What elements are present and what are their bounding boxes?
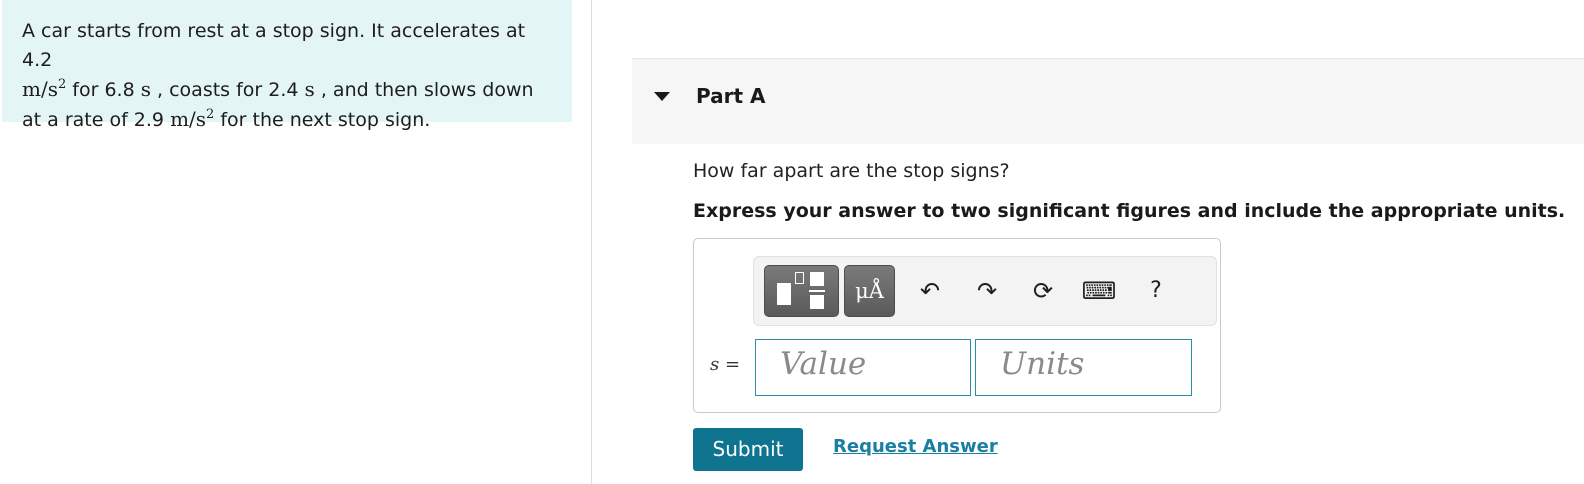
value-input[interactable]: Value [755,339,971,396]
instruction-text: Express your answer to two significant f… [693,200,1566,222]
accel-unit-2: m/s2 [170,107,215,131]
request-answer-link[interactable]: Request Answer [833,436,998,457]
problem-text-1: A car starts from rest at a stop sign. I… [22,20,526,71]
time-unit-1: s [140,77,151,101]
collapse-caret-icon[interactable] [654,92,670,101]
redo-icon[interactable]: ↷ [969,271,1005,311]
question-text: How far apart are the stop signs? [693,160,1010,182]
keyboard-icon[interactable]: ⌨ [1081,271,1117,311]
units-icon[interactable]: μÅ [844,265,895,317]
part-a-header[interactable]: Part A [632,58,1584,144]
part-title: Part A [696,84,766,108]
reset-icon[interactable]: ⟳ [1025,271,1061,311]
answer-box: μÅ ↶ ↷ ⟳ ⌨ ? s = Value Units [693,238,1221,413]
problem-text-5: for the next stop sign. [214,109,431,131]
problem-text-2: for 6.8 [66,79,135,101]
submit-button[interactable]: Submit [693,428,803,471]
problem-statement: A car starts from rest at a stop sign. I… [2,0,572,131]
units-input[interactable]: Units [975,339,1192,396]
answer-variable-label: s = [710,354,741,375]
templates-icon[interactable] [764,265,839,317]
problem-pane: A car starts from rest at a stop sign. I… [0,0,592,484]
accel-unit-1: m/s2 [22,77,67,101]
math-toolbar: μÅ ↶ ↷ ⟳ ⌨ ? [753,256,1217,326]
undo-icon[interactable]: ↶ [912,271,948,311]
time-unit-2: s [304,77,315,101]
help-icon[interactable]: ? [1138,271,1174,311]
problem-text-3: , coasts for 2.4 [150,79,299,101]
